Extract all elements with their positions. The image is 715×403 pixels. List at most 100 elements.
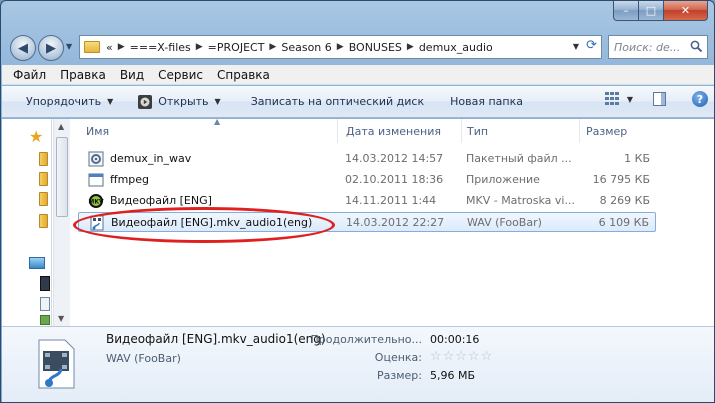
column-header-date[interactable]: Дата изменения xyxy=(340,119,462,143)
file-size: 6 109 КБ xyxy=(598,216,649,229)
preview-pane-icon[interactable] xyxy=(653,92,666,106)
folder-icon[interactable] xyxy=(39,192,48,206)
column-header-type[interactable]: Тип xyxy=(461,119,580,143)
menu-tools[interactable]: Сервис xyxy=(151,68,210,82)
chevron-down-icon: ▼ xyxy=(107,97,114,106)
column-header-size[interactable]: Размер xyxy=(580,119,658,143)
breadcrumb-item[interactable]: BONUSES xyxy=(349,41,402,54)
file-name: ffmpeg xyxy=(110,173,150,186)
navigation-row: ◀ ▶ ▼ « ▶ ===X-files ▶ =PROJECT ▶ Season… xyxy=(1,31,714,63)
details-duration-label: Продолжительно... xyxy=(310,333,422,346)
chevron-right-icon: ▶ xyxy=(406,42,414,52)
recent-pages-dropdown-icon[interactable]: ▼ xyxy=(66,42,76,51)
folder-icon[interactable] xyxy=(39,172,48,186)
chevron-right-icon: ▶ xyxy=(117,42,125,52)
chevron-right-icon: ▶ xyxy=(195,42,203,52)
documents-library-icon[interactable] xyxy=(40,297,50,311)
scroll-up-icon[interactable]: ▲ xyxy=(58,122,64,131)
pictures-library-icon[interactable] xyxy=(40,315,50,325)
column-date-label: Дата изменения xyxy=(346,124,441,138)
menu-file[interactable]: Файл xyxy=(6,68,53,82)
burn-disc-label: Записать на оптический диск xyxy=(250,95,425,108)
help-icon[interactable]: ? xyxy=(692,91,708,107)
organize-button[interactable]: Упорядочить ▼ xyxy=(2,95,121,108)
file-type: MKV - Matroska vi... xyxy=(466,194,575,207)
organize-label: Упорядочить xyxy=(26,95,102,108)
file-size: 8 269 КБ xyxy=(599,194,650,207)
file-date: 14.03.2012 14:57 xyxy=(345,152,444,165)
explorer-window: – □ ✕ ◀ ▶ ▼ « ▶ ===X-files ▶ =PROJECT ▶ … xyxy=(0,0,715,403)
video-library-icon[interactable] xyxy=(40,276,50,291)
close-button[interactable]: ✕ xyxy=(664,1,708,21)
mkv-video-icon: MKV xyxy=(88,194,104,208)
favorites-star-icon[interactable]: ★ xyxy=(29,127,43,146)
command-bar: Упорядочить ▼ Открыть ▼ Записать на опти… xyxy=(2,86,714,118)
search-input[interactable]: Поиск: de... xyxy=(608,35,708,59)
search-icon[interactable] xyxy=(690,40,703,53)
breadcrumb-item-current[interactable]: demux_audio xyxy=(419,41,493,54)
breadcrumb-item[interactable]: =PROJECT xyxy=(208,41,265,54)
rating-stars[interactable]: ☆☆☆☆☆ xyxy=(430,349,493,364)
column-type-label: Тип xyxy=(467,124,489,138)
column-header-name[interactable]: Имя ▲ xyxy=(80,117,338,143)
file-row[interactable]: ffmpeg 02.10.2011 18:36 Приложение 16 79… xyxy=(78,170,656,190)
toolbar-right: ▼ ? xyxy=(604,91,708,107)
file-date: 14.11.2011 1:44 xyxy=(345,194,437,207)
menu-bar: Файл Правка Вид Сервис Справка xyxy=(2,65,714,85)
refresh-icon[interactable]: ⟳ xyxy=(586,38,597,53)
breadcrumb-item[interactable]: Season 6 xyxy=(281,41,331,54)
caption-buttons: – □ ✕ xyxy=(613,1,708,21)
breadcrumb-overflow[interactable]: « xyxy=(106,41,113,54)
breadcrumb-item[interactable]: ===X-files xyxy=(130,41,191,54)
open-label: Открыть xyxy=(158,95,209,108)
maximize-button[interactable]: □ xyxy=(639,1,664,21)
file-type: Пакетный файл ... xyxy=(466,152,572,165)
application-icon xyxy=(88,173,104,187)
chevron-right-icon: ▶ xyxy=(336,42,344,52)
svg-text:MKV: MKV xyxy=(88,199,104,206)
open-button[interactable]: Открыть ▼ xyxy=(121,94,228,110)
file-type: Приложение xyxy=(466,173,540,186)
address-bar[interactable]: « ▶ ===X-files ▶ =PROJECT ▶ Season 6 ▶ B… xyxy=(79,35,602,59)
menu-help[interactable]: Справка xyxy=(210,68,277,82)
file-date: 02.10.2011 18:36 xyxy=(345,173,444,186)
file-size: 1 КБ xyxy=(624,152,650,165)
back-button[interactable]: ◀ xyxy=(10,35,36,61)
details-pane: Видеофайл [ENG].mkv_audio1(eng) WAV (Foo… xyxy=(2,326,714,402)
address-dropdown-icon[interactable]: ▼ xyxy=(573,42,579,51)
folder-icon[interactable] xyxy=(39,152,48,166)
details-file-name: Видеофайл [ENG].mkv_audio1(eng) xyxy=(106,332,326,346)
file-row[interactable]: demux_in_wav 14.03.2012 14:57 Пакетный ф… xyxy=(78,149,656,169)
new-folder-button[interactable]: Новая папка xyxy=(432,95,531,108)
details-file-type: WAV (FooBar) xyxy=(106,352,181,365)
chevron-right-icon: ▶ xyxy=(269,42,277,52)
view-options-icon[interactable] xyxy=(604,92,621,106)
navigation-pane: ★ xyxy=(2,119,52,326)
file-type: WAV (FooBar) xyxy=(467,216,542,229)
menu-view[interactable]: Вид xyxy=(113,68,151,82)
burn-disc-button[interactable]: Записать на оптический диск xyxy=(229,95,432,108)
navigation-scrollbar[interactable]: ▲ ▼ xyxy=(53,119,70,326)
batch-file-icon xyxy=(88,151,104,167)
new-folder-label: Новая папка xyxy=(450,95,523,108)
details-rating-label: Оценка: xyxy=(374,351,422,364)
wav-audio-icon xyxy=(38,339,75,389)
minimize-button[interactable]: – xyxy=(613,1,639,21)
scroll-down-icon[interactable]: ▼ xyxy=(58,314,64,323)
menu-edit[interactable]: Правка xyxy=(53,68,113,82)
column-name-label: Имя xyxy=(86,124,110,138)
scroll-thumb[interactable] xyxy=(56,137,68,217)
details-size-label: Размер: xyxy=(377,369,422,382)
sort-ascending-icon: ▲ xyxy=(214,117,221,126)
details-duration-value: 00:00:16 xyxy=(430,333,480,346)
details-size-value: 5,96 МБ xyxy=(430,369,476,382)
file-size: 16 795 КБ xyxy=(592,173,650,186)
libraries-icon[interactable] xyxy=(29,257,45,269)
forward-button[interactable]: ▶ xyxy=(38,35,64,61)
search-placeholder: Поиск: de... xyxy=(614,40,681,54)
folder-icon xyxy=(84,41,100,53)
media-player-icon xyxy=(138,94,153,109)
folder-icon[interactable] xyxy=(39,214,48,228)
chevron-down-icon[interactable]: ▼ xyxy=(627,95,633,104)
column-size-label: Размер xyxy=(586,124,628,138)
